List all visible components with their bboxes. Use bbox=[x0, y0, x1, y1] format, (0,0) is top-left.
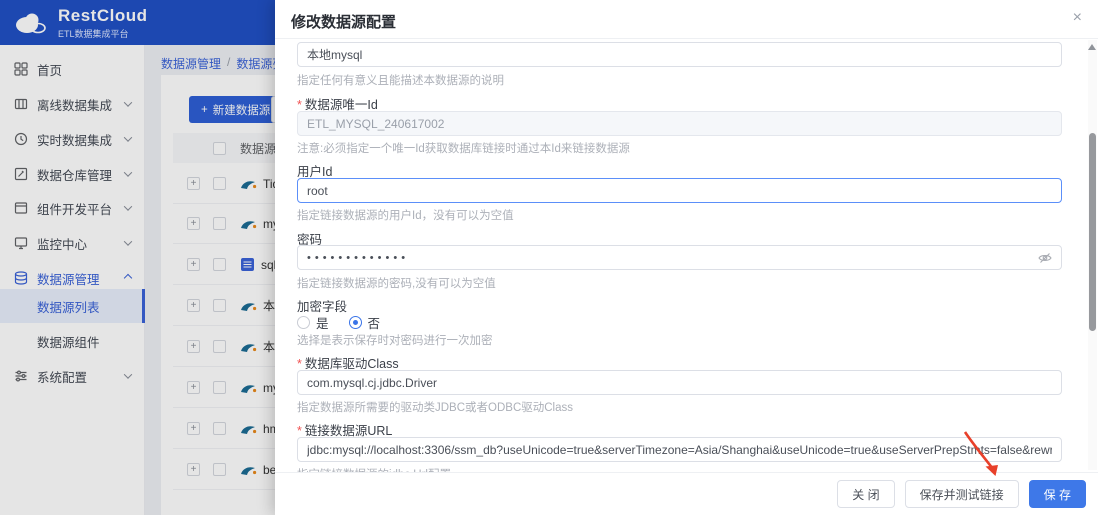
jdbc-url-input[interactable] bbox=[297, 437, 1062, 462]
save-button[interactable]: 保 存 bbox=[1029, 480, 1086, 508]
save-and-test-button[interactable]: 保存并测试链接 bbox=[905, 480, 1019, 508]
required-asterisk: * bbox=[297, 357, 302, 371]
radio-no-label[interactable]: 否 bbox=[368, 313, 381, 332]
user-id-input[interactable] bbox=[297, 178, 1062, 203]
required-asterisk: * bbox=[297, 98, 302, 112]
field-help: 指定链接数据源的用户Id，没有可以为空值 bbox=[297, 207, 514, 223]
field-help: 指定数据源所需要的驱动类JDBC或者ODBC驱动Class bbox=[297, 399, 573, 415]
modal-header: 修改数据源配置 × bbox=[275, 0, 1098, 39]
field-help: 选择是表示保存时对密码进行一次加密 bbox=[297, 332, 493, 348]
unique-id-input bbox=[297, 111, 1062, 136]
scrollbar-up-arrow[interactable] bbox=[1088, 44, 1096, 50]
modal-scrollbar-thumb[interactable] bbox=[1089, 133, 1096, 331]
field-help: 指定链接数据源的密码,没有可以为空值 bbox=[297, 275, 496, 291]
required-asterisk: * bbox=[297, 424, 302, 438]
app-root: RestCloud ETL数据集成平台 首页 离线数据集成 实时数据集成 数据仓… bbox=[0, 0, 1098, 515]
datasource-name-input[interactable] bbox=[297, 42, 1062, 67]
password-masked-value: ••••••••••••• bbox=[307, 252, 1038, 264]
radio-yes-label[interactable]: 是 bbox=[316, 313, 329, 332]
eye-slash-icon[interactable] bbox=[1038, 252, 1052, 264]
close-icon[interactable]: × bbox=[1073, 9, 1082, 27]
field-help: 注意:必须指定一个唯一Id获取数据库链接时通过本Id来链接数据源 bbox=[297, 140, 630, 156]
modal-title: 修改数据源配置 bbox=[291, 11, 396, 32]
edit-datasource-modal: 修改数据源配置 × 指定任何有意义且能描述本数据源的说明 *数据源唯一Id 注意… bbox=[275, 0, 1098, 515]
field-help: 指定任何有意义且能描述本数据源的说明 bbox=[297, 72, 504, 88]
modal-footer: 关 闭 保存并测试链接 保 存 bbox=[275, 472, 1098, 515]
modal-body: 指定任何有意义且能描述本数据源的说明 *数据源唯一Id 注意:必须指定一个唯一I… bbox=[275, 39, 1098, 472]
encrypt-radio-group: 是 否 bbox=[297, 313, 394, 332]
radio-yes[interactable] bbox=[297, 316, 310, 329]
close-button[interactable]: 关 闭 bbox=[837, 480, 894, 508]
driver-class-input[interactable] bbox=[297, 370, 1062, 395]
radio-no[interactable] bbox=[349, 316, 362, 329]
password-input[interactable]: ••••••••••••• bbox=[297, 245, 1062, 270]
